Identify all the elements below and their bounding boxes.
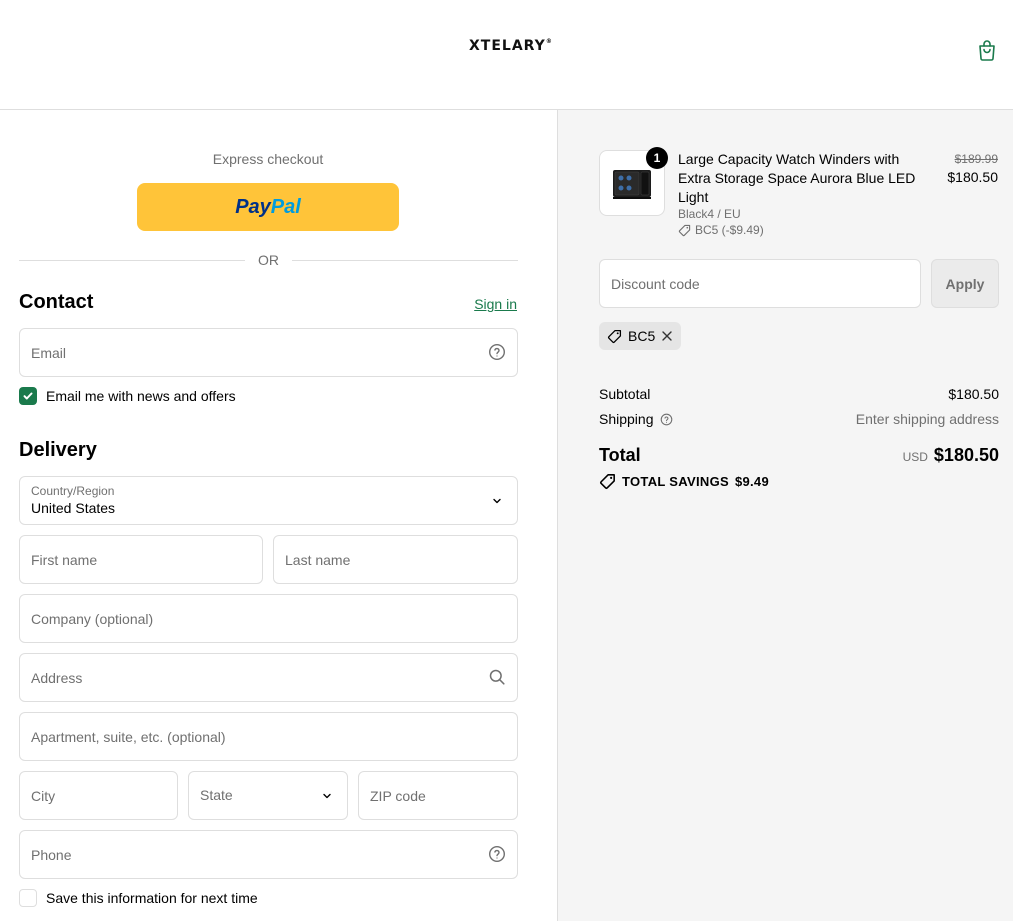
email-offers-checkbox-row[interactable]: Email me with news and offers <box>19 387 236 405</box>
save-info-checkbox[interactable] <box>19 889 37 907</box>
applied-discount-chip: BC5 <box>599 322 682 350</box>
save-info-label: Save this information for next time <box>46 890 258 906</box>
email-input[interactable] <box>20 329 517 376</box>
logo-text: XTELARY <box>469 38 546 54</box>
shopping-bag-icon[interactable] <box>975 38 999 62</box>
tag-icon <box>678 224 691 236</box>
apply-discount-button[interactable]: Apply <box>931 259 999 308</box>
email-field-wrapper <box>19 328 518 377</box>
or-text: OR <box>258 252 279 268</box>
chevron-down-icon <box>493 498 501 504</box>
phone-field-wrapper <box>19 830 518 879</box>
chevron-down-icon <box>323 793 331 799</box>
first-name-input[interactable] <box>20 536 262 583</box>
express-checkout-label: Express checkout <box>212 151 324 167</box>
checkout-form: Express checkout Pay Pal OR Contact Sign … <box>0 110 558 921</box>
total-row: Total USD $180.50 <box>599 445 999 466</box>
subtotal-label: Subtotal <box>599 386 651 402</box>
product-name: Large Capacity Watch Winders with Extra … <box>678 151 916 205</box>
help-circle-icon[interactable] <box>660 413 673 426</box>
sign-in-link[interactable]: Sign in <box>474 296 517 312</box>
subtotal-row: Subtotal $180.50 <box>599 386 999 402</box>
contact-title: Contact <box>19 291 94 313</box>
last-name-field-wrapper <box>273 535 518 584</box>
product-discount-text: BC5 (-$9.49) <box>695 223 764 237</box>
delivery-title: Delivery <box>19 439 97 461</box>
total-value: $180.50 <box>933 445 999 465</box>
address-field-wrapper <box>19 653 518 702</box>
shipping-value: Enter shipping address <box>855 411 999 427</box>
tag-icon <box>607 329 622 343</box>
quantity-badge: 1 <box>646 147 668 169</box>
product-variant: Black4 / EU <box>678 207 741 221</box>
savings-value: $9.49 <box>734 474 769 489</box>
paypal-logo-pay: Pay <box>235 195 271 218</box>
logo-mark: ® <box>545 38 553 45</box>
state-placeholder: State <box>200 787 233 803</box>
total-savings: TOTAL SAVINGS $9.49 <box>599 473 769 490</box>
close-icon[interactable] <box>661 330 673 342</box>
email-offers-checkbox[interactable] <box>19 387 37 405</box>
product-discount: BC5 (-$9.49) <box>678 223 764 237</box>
savings-label: TOTAL SAVINGS <box>622 474 729 489</box>
company-field-wrapper <box>19 594 518 643</box>
email-offers-label: Email me with news and offers <box>46 388 236 404</box>
apartment-field-wrapper <box>19 712 518 761</box>
subtotal-value: $180.50 <box>948 386 999 402</box>
tag-icon <box>600 474 615 489</box>
paypal-button[interactable]: Pay Pal <box>137 183 399 231</box>
total-currency: USD <box>902 450 928 464</box>
state-select[interactable]: State <box>188 771 348 820</box>
original-price: $189.99 <box>954 152 998 166</box>
last-name-input[interactable] <box>274 536 517 583</box>
product-price: $180.50 <box>947 169 998 185</box>
shipping-row: Shipping Enter shipping address <box>599 411 999 427</box>
country-value: United States <box>31 500 116 516</box>
country-select[interactable]: Country/Region United States <box>19 476 518 525</box>
company-input[interactable] <box>20 595 517 642</box>
address-input[interactable] <box>20 654 517 701</box>
order-summary: 1 Large Capacity Watch Winders with Extr… <box>558 110 1013 921</box>
zip-field-wrapper <box>358 771 518 820</box>
first-name-field-wrapper <box>19 535 263 584</box>
zip-input[interactable] <box>359 772 517 819</box>
or-divider: OR <box>19 251 518 269</box>
total-amount-group: USD $180.50 <box>903 445 999 466</box>
phone-input[interactable] <box>20 831 517 878</box>
city-input[interactable] <box>20 772 177 819</box>
shipping-label-group: Shipping <box>599 411 673 427</box>
discount-field-wrapper <box>599 259 921 308</box>
help-circle-icon[interactable] <box>488 343 506 361</box>
applied-discount-code: BC5 <box>628 328 656 344</box>
city-field-wrapper <box>19 771 178 820</box>
apartment-input[interactable] <box>20 713 517 760</box>
check-icon <box>23 392 33 400</box>
help-circle-icon[interactable] <box>488 845 506 863</box>
save-info-checkbox-row[interactable]: Save this information for next time <box>19 889 258 907</box>
search-icon <box>489 669 505 685</box>
paypal-logo-pal: Pal <box>270 195 301 218</box>
discount-code-input[interactable] <box>600 260 920 307</box>
site-header: XTELARY® <box>0 0 1013 110</box>
store-logo[interactable]: XTELARY® <box>469 38 553 54</box>
country-label: Country/Region <box>31 484 115 498</box>
shipping-label: Shipping <box>599 411 654 427</box>
total-label: Total <box>599 445 641 465</box>
